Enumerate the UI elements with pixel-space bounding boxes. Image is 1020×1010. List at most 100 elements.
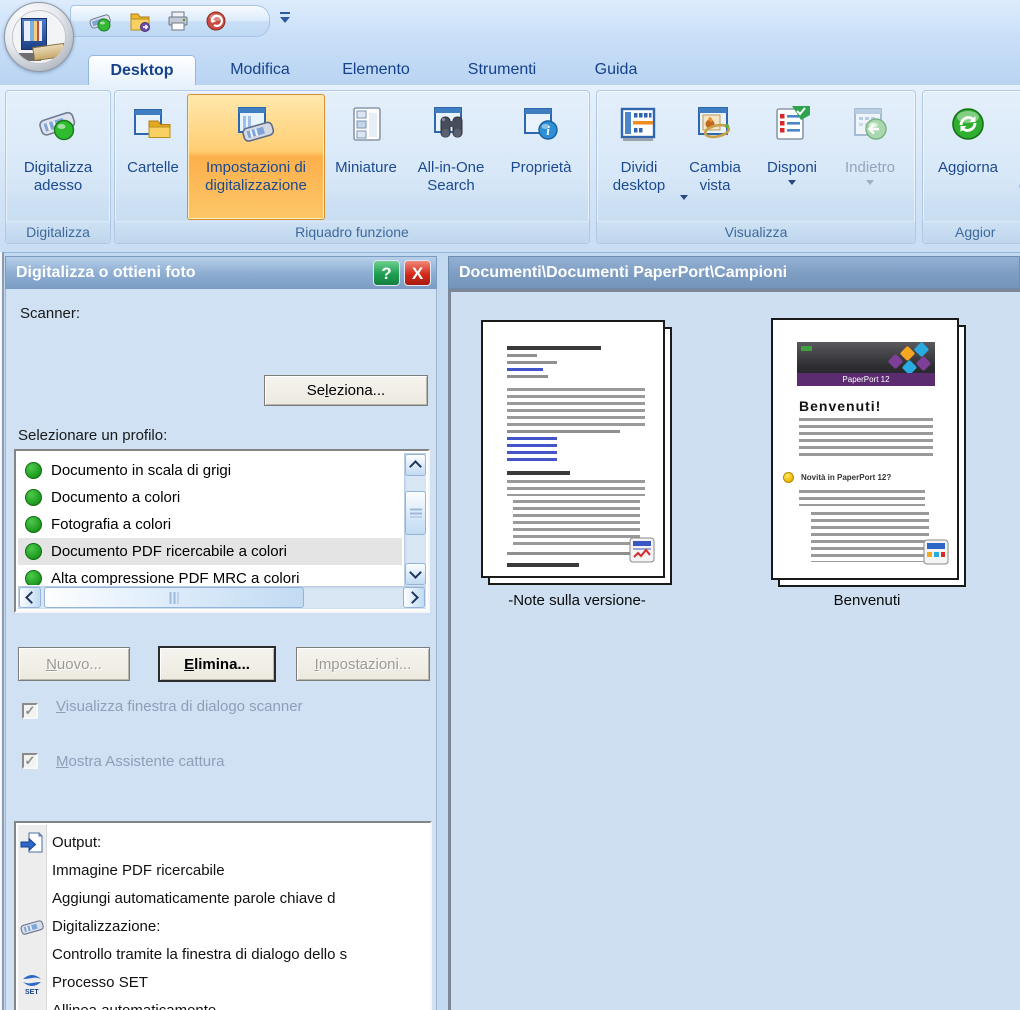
chevron-left-icon <box>25 591 38 604</box>
button-label: Disponi <box>766 159 818 176</box>
ribbon-group-riquadro-funzione: Cartelle Impostazioni di digitalizzazion… <box>114 90 590 244</box>
desktop-pane: Documenti\Documenti PaperPort\Campioni -… <box>448 256 1020 1010</box>
paperport-logo-icon <box>12 10 66 64</box>
profile-item-label: Documento PDF ricercabile a colori <box>51 543 287 560</box>
scan-quick-icon[interactable] <box>87 9 113 33</box>
group-label-digitalizza: Digitalizza <box>6 221 110 243</box>
document-thumbnail[interactable] <box>481 320 665 578</box>
button-label: Miniature <box>335 159 397 176</box>
scroll-down-button[interactable] <box>405 563 426 585</box>
refresh-icon <box>929 95 1007 159</box>
impostazioni-button: Impostazioni... <box>296 647 430 681</box>
button-label: Cartelle <box>127 159 179 176</box>
document-thumbnail[interactable]: PaperPort 12 Benvenuti! Novità in PaperP… <box>771 318 959 580</box>
more-bar-icon <box>280 12 290 14</box>
quick-access-more-button[interactable] <box>276 8 296 28</box>
button-label: Proprietà <box>510 159 572 176</box>
green-dot-icon <box>25 570 42 585</box>
tab-modifica[interactable]: Modifica <box>212 55 308 85</box>
output-icon <box>19 830 45 856</box>
scanner-small-icon <box>19 914 45 940</box>
disponi-button[interactable]: Disponi <box>757 95 827 217</box>
undo-quick-icon[interactable] <box>203 9 229 33</box>
scroll-right-button[interactable] <box>403 587 425 608</box>
ribbon-group-digitalizza: Digitalizza adesso Digitalizza <box>5 90 111 244</box>
dividi-desktop-button[interactable]: Dividi desktop <box>605 95 673 217</box>
tab-elemento[interactable]: Elemento <box>328 55 424 85</box>
thumbnails-icon <box>327 95 405 159</box>
banner-title: PaperPort 12 <box>797 373 935 386</box>
profile-items: Documento in scala di grigi Documento a … <box>18 453 402 585</box>
document-type-icon <box>923 539 949 570</box>
thumb-grip <box>409 508 422 518</box>
show-scanner-dialog-label: Visualizza finestra di dialogo scanner <box>56 698 303 715</box>
pane-title: Digitalizza o ottieni foto <box>16 264 196 281</box>
show-capture-assistant-checkbox: ✓ <box>22 753 38 769</box>
all-in-one-search-button[interactable]: All-in-One Search <box>407 95 495 217</box>
button-label: Indietro <box>844 159 896 176</box>
close-pane-button[interactable]: X <box>404 260 431 286</box>
profile-item-label: Documento a colori <box>51 489 181 506</box>
folder-quick-icon[interactable] <box>127 9 153 33</box>
vertical-scrollbar[interactable] <box>404 453 426 586</box>
aggiorna-button[interactable]: Aggiorna <box>929 95 1007 217</box>
scan-settings-icon <box>188 95 324 159</box>
vertical-scroll-thumb[interactable] <box>405 491 426 535</box>
document-item-note-sulla-versione[interactable] <box>481 320 673 588</box>
scroll-up-button[interactable] <box>405 454 426 476</box>
svg-text:i: i <box>546 123 550 138</box>
button-label: Cambia <box>689 159 741 176</box>
chevron-up-icon <box>409 460 422 473</box>
binoculars-icon <box>407 95 495 159</box>
cartelle-button[interactable]: Cartelle <box>121 95 185 217</box>
scan-pane-header: Digitalizza o ottieni foto ? X <box>5 256 437 289</box>
profile-item-selected[interactable]: Documento PDF ricercabile a colori <box>18 538 402 565</box>
item-caption[interactable]: -Note sulla versione- <box>457 592 697 609</box>
profile-item[interactable]: Documento in scala di grigi <box>18 457 402 484</box>
tab-desktop[interactable]: Desktop <box>88 55 196 86</box>
profile-label: Selezionare un profilo: <box>18 427 168 444</box>
chevron-right-icon <box>406 591 419 604</box>
paperport-window: Desktop Modifica Elemento Strumenti Guid… <box>0 0 1020 1010</box>
profile-item[interactable]: Alta compressione PDF MRC a colori <box>18 565 402 585</box>
help-button[interactable]: ? <box>373 260 400 286</box>
profile-item-label: Alta compressione PDF MRC a colori <box>51 570 300 585</box>
scanner-label: Scanner: <box>20 305 81 322</box>
paperport-desktop[interactable]: -Note sulla versione- PaperPort 12 Benve… <box>448 289 1020 1010</box>
chevron-down-icon <box>280 17 290 23</box>
button-label: desktop <box>612 177 666 194</box>
button-label: e <box>1011 177 1020 195</box>
print-quick-icon[interactable] <box>165 9 191 33</box>
folder-path-header: Documenti\Documenti PaperPort\Campioni <box>448 256 1020 289</box>
breadcrumb: Documenti\Documenti PaperPort\Campioni <box>459 264 788 281</box>
tab-guida[interactable]: Guida <box>582 55 650 85</box>
proprieta-button[interactable]: i Proprietà <box>499 95 583 217</box>
document-item-benvenuti[interactable]: PaperPort 12 Benvenuti! Novità in PaperP… <box>771 318 967 590</box>
quick-access-toolbar <box>70 5 270 37</box>
scan-now-button[interactable]: Digitalizza adesso <box>10 95 106 217</box>
profile-item[interactable]: Fotografia a colori <box>18 511 402 538</box>
button-label: limina... <box>194 655 250 673</box>
green-dot-icon <box>25 543 42 560</box>
miniature-button[interactable]: Miniature <box>327 95 405 217</box>
horizontal-scrollbar[interactable] <box>18 586 426 609</box>
item-caption[interactable]: Benvenuti <box>747 592 987 609</box>
scanner-green-icon <box>10 95 106 159</box>
partial-button[interactable]: e <box>1011 95 1020 217</box>
scroll-left-button[interactable] <box>19 587 41 608</box>
profile-item[interactable]: Documento a colori <box>18 484 402 511</box>
button-label: digitalizzazione <box>205 177 307 194</box>
group-label-visualizza: Visualizza <box>597 221 915 243</box>
seleziona-button[interactable]: Seleziona... <box>264 375 428 406</box>
split-desktop-icon <box>605 95 673 159</box>
button-label: All-in-One <box>417 159 485 176</box>
button-label: eziona... <box>328 382 386 399</box>
title-bar: Desktop Modifica Elemento Strumenti Guid… <box>0 0 1020 86</box>
scan-settings-button[interactable]: Impostazioni di digitalizzazione <box>187 94 325 220</box>
tab-strumenti[interactable]: Strumenti <box>450 55 554 85</box>
horizontal-scroll-thumb[interactable] <box>44 587 304 608</box>
scan-pane: Digitalizza o ottieni foto ? X Scanner: … <box>5 256 437 1010</box>
application-menu-button[interactable] <box>4 2 74 72</box>
cambia-vista-button[interactable]: Cambia vista <box>677 95 753 217</box>
elimina-button[interactable]: Elimina... <box>158 646 276 682</box>
